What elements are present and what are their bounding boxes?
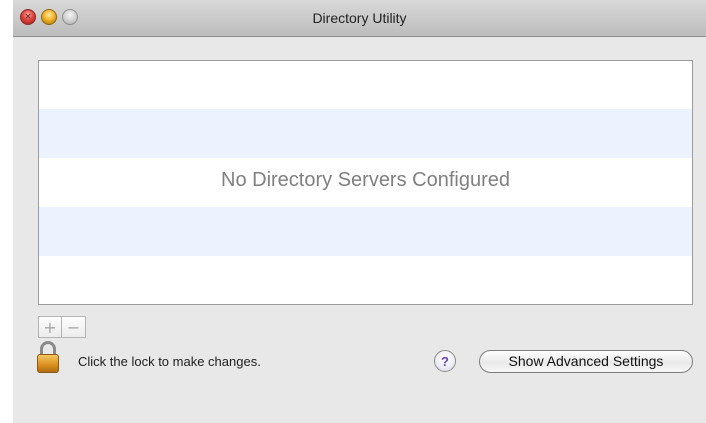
help-button[interactable]: ?: [434, 350, 456, 372]
title-bar[interactable]: × Directory Utility: [13, 0, 706, 37]
help-icon: ?: [441, 353, 449, 369]
lock-body: [37, 354, 59, 373]
lock-hint-text: Click the lock to make changes.: [78, 354, 261, 369]
directory-utility-window: × Directory Utility No Directory Servers…: [13, 0, 706, 423]
list-controls: + −: [38, 316, 86, 338]
remove-server-button[interactable]: −: [62, 316, 86, 338]
empty-list-message: No Directory Servers Configured: [221, 169, 510, 191]
list-row-stripe: [39, 207, 692, 256]
directory-server-list[interactable]: No Directory Servers Configured: [38, 60, 693, 305]
add-server-button[interactable]: +: [38, 316, 62, 338]
lock-icon[interactable]: [37, 341, 59, 373]
list-row-stripe: [39, 109, 692, 158]
window-title: Directory Utility: [312, 10, 407, 26]
show-advanced-settings-button[interactable]: Show Advanced Settings: [479, 350, 693, 373]
